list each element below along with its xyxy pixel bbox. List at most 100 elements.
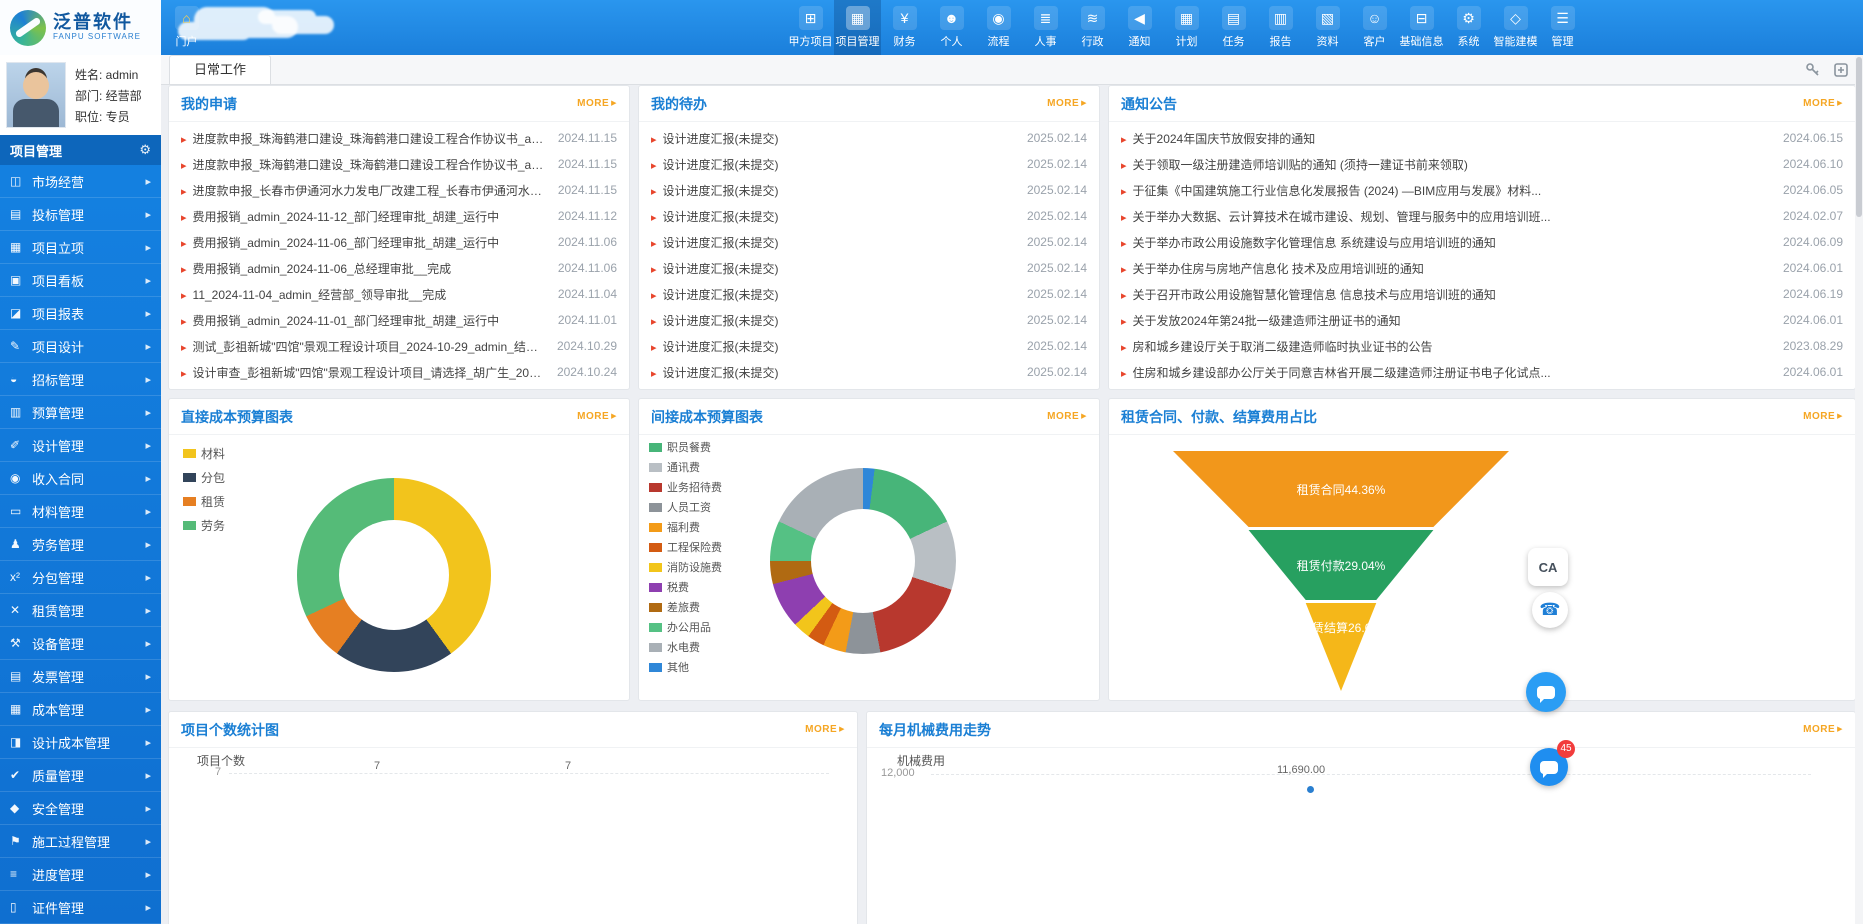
list-item[interactable]: 设计进度汇报(未提交) 2025.02.14 — [639, 281, 1099, 307]
list-item[interactable]: 费用报销_admin_2024-11-06_总经理审批__完成 2024.11.… — [169, 255, 629, 281]
key-icon[interactable] — [1805, 62, 1821, 78]
list-item[interactable]: 住房和城乡建设部办公厅关于同意吉林省开展二级建造师注册证书电子化试点... 20… — [1109, 359, 1855, 385]
sidebar-menu-item[interactable]: ✕ 租赁管理 ▸ — [0, 594, 161, 627]
legend-swatch — [649, 443, 662, 452]
sidebar-menu-item[interactable]: ◒ 招标管理 ▸ — [0, 363, 161, 396]
sidebar-menu-item[interactable]: ✐ 设计管理 ▸ — [0, 429, 161, 462]
list-item[interactable]: 进度款申报_珠海鹤港口建设_珠海鹤港口建设工程合作协议书_admin_... 2… — [169, 151, 629, 177]
sidebar-menu-item[interactable]: ▦ 成本管理 ▸ — [0, 693, 161, 726]
nav-item[interactable]: ☰ 管理 — [1539, 0, 1586, 55]
vertical-scrollbar[interactable] — [1855, 55, 1863, 924]
sidebar-menu-item[interactable]: x² 分包管理 ▸ — [0, 561, 161, 594]
nav-item[interactable]: ◉ 流程 — [975, 0, 1022, 55]
nav-item[interactable]: ◇ 智能建模 — [1492, 0, 1539, 55]
list-item[interactable]: 房和城乡建设厅关于取消二级建造师临时执业证书的公告 2023.08.29 — [1109, 333, 1855, 359]
scrollbar-thumb[interactable] — [1856, 57, 1862, 217]
list-item[interactable]: 设计进度汇报(未提交) 2025.02.14 — [639, 307, 1099, 333]
floating-ca-widget[interactable]: CA — [1528, 548, 1568, 586]
more-link[interactable]: MORE — [1047, 411, 1087, 422]
sidebar-menu-item[interactable]: ▯ 证件管理 ▸ — [0, 891, 161, 924]
more-link[interactable]: MORE — [1803, 98, 1843, 109]
menu-icon: ▤ — [10, 669, 28, 683]
list-item[interactable]: 进度款申报_珠海鹤港口建设_珠海鹤港口建设工程合作协议书_admin_... 2… — [169, 125, 629, 151]
sidebar-menu-item[interactable]: ◪ 项目报表 ▸ — [0, 297, 161, 330]
nav-item[interactable]: ▤ 任务 — [1210, 0, 1257, 55]
list-item[interactable]: 测试_彭祖新城"四馆"景观工程设计项目_2024-10-29_admin_结束_… — [169, 333, 629, 359]
legend-label: 职员餐费 — [667, 439, 711, 455]
list-item[interactable]: 设计审查_彭祖新城"四馆"景观工程设计项目_请选择_胡广生_2024-10-2.… — [169, 359, 629, 385]
sidebar-menu-item[interactable]: ⚑ 施工过程管理 ▸ — [0, 825, 161, 858]
sidebar-menu-item[interactable]: ▤ 发票管理 ▸ — [0, 660, 161, 693]
list-item[interactable]: 关于领取一级注册建造师培训贴的通知 (须持一建证书前来领取) 2024.06.1… — [1109, 151, 1855, 177]
nav-item[interactable]: ≋ 行政 — [1069, 0, 1116, 55]
nav-item[interactable]: ⊟ 基础信息 — [1398, 0, 1445, 55]
list-item[interactable]: 设计进度汇报(未提交) 2025.02.14 — [639, 203, 1099, 229]
legend-label: 租赁 — [201, 493, 225, 510]
sidebar-menu-item[interactable]: ▦ 项目立项 ▸ — [0, 231, 161, 264]
nav-item-portal[interactable]: ⌂ 门户 — [163, 0, 210, 55]
list-item[interactable]: 关于举办大数据、云计算技术在城市建设、规划、管理与服务中的应用培训班... 20… — [1109, 203, 1855, 229]
tab-daily-work[interactable]: 日常工作 — [169, 55, 271, 84]
sidebar-menu-item[interactable]: ◉ 收入合同 ▸ — [0, 462, 161, 495]
sidebar-menu-item[interactable]: ◆ 安全管理 ▸ — [0, 792, 161, 825]
list-item[interactable]: 费用报销_admin_2024-11-06_部门经理审批_胡建_运行中 2024… — [169, 229, 629, 255]
list-item[interactable]: 关于2024年国庆节放假安排的通知 2024.06.15 — [1109, 125, 1855, 151]
sidebar-menu-item[interactable]: ⚒ 设备管理 ▸ — [0, 627, 161, 660]
sidebar-menu-item[interactable]: ◫ 市场经营 ▸ — [0, 165, 161, 198]
nav-item[interactable]: ≣ 人事 — [1022, 0, 1069, 55]
funnel-segment: 租赁付款29.04% — [1173, 530, 1509, 600]
qq-service-button[interactable] — [1526, 672, 1566, 712]
sidebar-menu-item[interactable]: ◨ 设计成本管理 ▸ — [0, 726, 161, 759]
sidebar-menu-item[interactable]: ▥ 预算管理 ▸ — [0, 396, 161, 429]
sidebar-menu-item[interactable]: ▭ 材料管理 ▸ — [0, 495, 161, 528]
more-link[interactable]: MORE — [577, 98, 617, 109]
nav-item[interactable]: ☻ 个人 — [928, 0, 975, 55]
list-item[interactable]: 费用报销_admin_2024-11-12_部门经理审批_胡建_运行中 2024… — [169, 203, 629, 229]
list-item[interactable]: 关于发放2024年第24批一级建造师注册证书的通知 2024.06.01 — [1109, 307, 1855, 333]
list-item[interactable]: 设计进度汇报(未提交) 2025.02.14 — [639, 333, 1099, 359]
more-link[interactable]: MORE — [577, 411, 617, 422]
nav-item[interactable]: ▧ 资料 — [1304, 0, 1351, 55]
sidebar-menu-item[interactable]: ♟ 劳务管理 ▸ — [0, 528, 161, 561]
sidebar-menu-item[interactable]: ▤ 投标管理 ▸ — [0, 198, 161, 231]
chevron-right-icon: ▸ — [145, 604, 151, 617]
sidebar-menu-item[interactable]: ▣ 项目看板 ▸ — [0, 264, 161, 297]
nav-item[interactable]: ¥ 财务 — [881, 0, 928, 55]
gear-icon[interactable]: ⚙ — [139, 142, 151, 158]
list-item[interactable]: 设计进度汇报(未提交) 2025.02.14 — [639, 151, 1099, 177]
sidebar-menu-item[interactable]: ≡ 进度管理 ▸ — [0, 858, 161, 891]
nav-item[interactable]: ▦ 项目管理 — [834, 0, 881, 55]
nav-item[interactable]: ▥ 报告 — [1257, 0, 1304, 55]
list-item[interactable]: 设计进度汇报(未提交) 2025.02.14 — [639, 229, 1099, 255]
nav-item[interactable]: ⚙ 系统 — [1445, 0, 1492, 55]
nav-item[interactable]: ☺ 客户 — [1351, 0, 1398, 55]
sidebar-menu-item[interactable]: ✎ 项目设计 ▸ — [0, 330, 161, 363]
list-item[interactable]: 设计进度汇报(未提交) 2025.02.14 — [639, 125, 1099, 151]
menu-icon: ▥ — [10, 405, 28, 419]
phone-icon[interactable]: ☎ — [1532, 592, 1568, 628]
list-item[interactable]: 费用报销_admin_2024-11-01_部门经理审批_胡建_运行中 2024… — [169, 307, 629, 333]
nav-item[interactable]: ⊞ 甲方项目 — [787, 0, 834, 55]
legend-swatch — [183, 473, 196, 482]
nav-label: 系统 — [1458, 33, 1480, 49]
list-item[interactable]: 关于召开市政公用设施智慧化管理信息 信息技术与应用培训班的通知 2024.06.… — [1109, 281, 1855, 307]
more-link[interactable]: MORE — [805, 724, 845, 735]
chat-button[interactable]: 45 — [1530, 748, 1568, 786]
more-link[interactable]: MORE — [1803, 411, 1843, 422]
nav-icon: ▦ — [846, 6, 870, 30]
list-item[interactable]: 11_2024-11-04_admin_经营部_领导审批__完成 2024.11… — [169, 281, 629, 307]
sidebar-menu-item[interactable]: ✔ 质量管理 ▸ — [0, 759, 161, 792]
more-link[interactable]: MORE — [1803, 724, 1843, 735]
nav-item[interactable]: ◀ 通知 — [1116, 0, 1163, 55]
nav-item[interactable]: ▦ 计划 — [1163, 0, 1210, 55]
list-item[interactable]: 设计进度汇报(未提交) 2025.02.14 — [639, 359, 1099, 385]
list-item[interactable]: 进度款申报_长春市伊通河水力发电厂改建工程_长春市伊通河水力发电... 2024… — [169, 177, 629, 203]
list-item[interactable]: 于征集《中国建筑施工行业信息化发展报告 (2024) —BIM应用与发展》材料.… — [1109, 177, 1855, 203]
chevron-right-icon: ▸ — [145, 472, 151, 485]
list-item[interactable]: 关于举办住房与房地产信息化 技术及应用培训班的通知 2024.06.01 — [1109, 255, 1855, 281]
more-link[interactable]: MORE — [1047, 98, 1087, 109]
list-item[interactable]: 关于举办市政公用设施数字化管理信息 系统建设与应用培训班的通知 2024.06.… — [1109, 229, 1855, 255]
pin-icon[interactable] — [1833, 62, 1849, 78]
list-item[interactable]: 设计进度汇报(未提交) 2025.02.14 — [639, 177, 1099, 203]
list-item[interactable]: 设计进度汇报(未提交) 2025.02.14 — [639, 255, 1099, 281]
